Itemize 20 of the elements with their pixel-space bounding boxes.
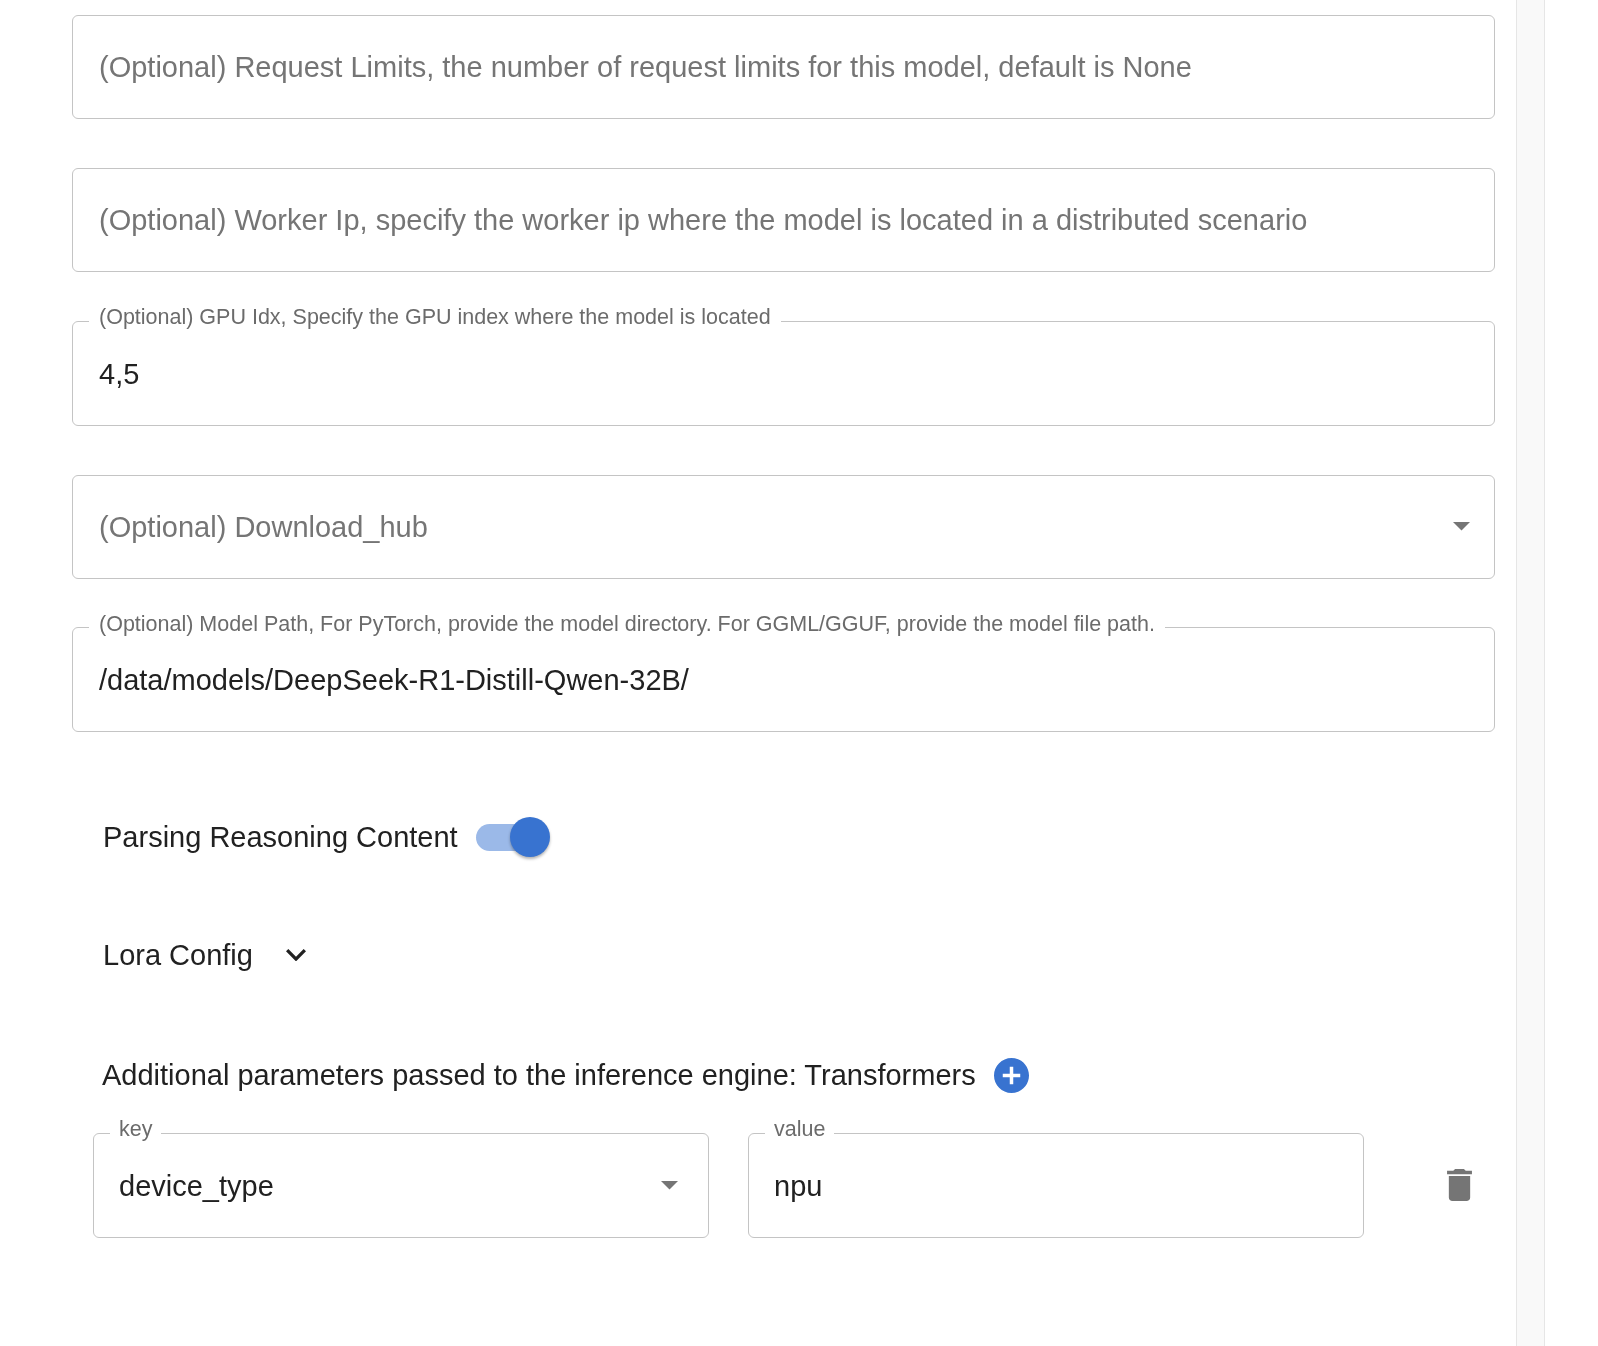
field-label: key — [118, 1117, 154, 1143]
input-field[interactable]: (Optional) GPU Idx, Specify the GPU index where the model is located 4,5 — [72, 305, 1495, 426]
scrollbar-track[interactable] — [1516, 0, 1545, 1346]
section-toggle[interactable]: Lora Config — [103, 937, 306, 973]
add-button[interactable] — [993, 1057, 1029, 1093]
toggle-switch[interactable] — [475, 817, 550, 857]
trash-icon — [1446, 1169, 1472, 1201]
caret-down-icon — [1453, 522, 1470, 531]
input-field[interactable]: value npu — [748, 1117, 1364, 1238]
field-label: (Optional) GPU Idx, Specify the GPU index where the model is located — [98, 305, 772, 331]
input-field[interactable]: (Optional) Worker Ip, specify the worker ip where the model is located in a distributed scenario — [72, 168, 1495, 272]
caret-down-icon — [661, 1181, 678, 1190]
toggle-label: Parsing Reasoning Content — [103, 820, 458, 855]
chevron-down-icon — [285, 948, 306, 962]
dropdown-field[interactable]: key device_type — [93, 1117, 709, 1238]
input-field[interactable]: (Optional) Request Limits, the number of request limits for this model, default is None — [72, 15, 1495, 119]
section-title: Additional parameters passed to the inference engine: Transformers — [102, 1058, 976, 1093]
field-label: (Optional) Model Path, For PyTorch, provide the model directory. For GGML/GGUF, provide the model file path. — [98, 611, 1156, 638]
dropdown-field[interactable]: (Optional) Download_hub — [72, 474, 1495, 579]
field-label: value — [773, 1117, 827, 1143]
